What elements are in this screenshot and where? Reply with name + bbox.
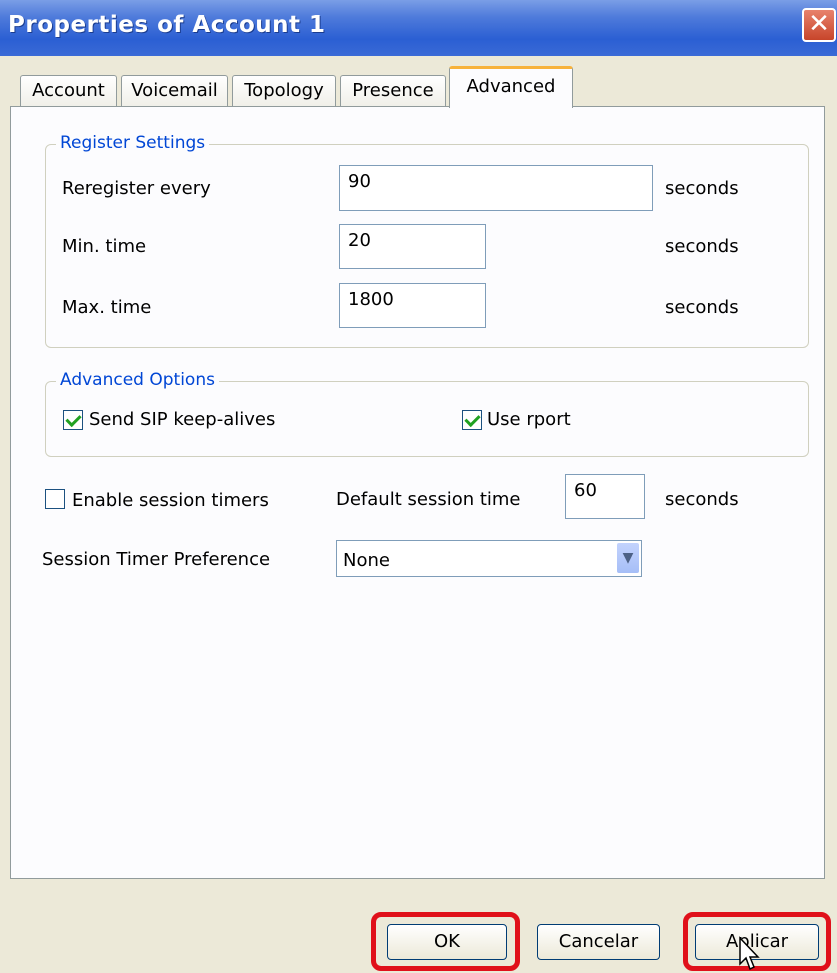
mouse-cursor-icon: [739, 936, 760, 971]
default-session-time-unit: seconds: [665, 489, 739, 510]
min-time-input[interactable]: 20: [339, 224, 486, 269]
default-session-time-label: Default session time: [336, 489, 521, 510]
max-time-unit: seconds: [665, 297, 739, 318]
max-time-input[interactable]: 1800: [339, 283, 486, 328]
close-icon: ✕: [808, 9, 830, 39]
tab-account-label: Account: [32, 80, 105, 101]
session-timer-pref-value: None: [343, 550, 390, 571]
ok-highlight: [371, 912, 520, 971]
keepalive-checkbox[interactable]: [63, 410, 83, 430]
cancel-button-label: Cancelar: [558, 931, 639, 952]
session-timers-checkbox[interactable]: [45, 489, 65, 509]
tab-topology[interactable]: Topology: [232, 75, 336, 107]
rport-label[interactable]: Use rport: [487, 409, 571, 430]
reregister-input[interactable]: 90: [339, 165, 653, 211]
tab-presence-label: Presence: [352, 80, 434, 101]
rport-checkbox[interactable]: [462, 410, 482, 430]
tab-advanced-label: Advanced: [466, 76, 556, 97]
session-timer-pref-select[interactable]: None ▼: [336, 540, 642, 577]
keepalive-label[interactable]: Send SIP keep-alives: [89, 409, 275, 430]
tab-voicemail-label: Voicemail: [131, 80, 218, 101]
title-bar: Properties of Account 1 ✕: [0, 0, 837, 56]
reregister-unit: seconds: [665, 178, 739, 199]
min-time-label: Min. time: [62, 236, 147, 257]
advanced-options-legend: Advanced Options: [56, 370, 219, 390]
close-button[interactable]: ✕: [802, 8, 836, 42]
default-session-time-input[interactable]: 60: [565, 474, 645, 519]
tab-voicemail[interactable]: Voicemail: [121, 75, 228, 107]
window-title: Properties of Account 1: [8, 12, 326, 38]
session-timer-pref-label: Session Timer Preference: [42, 549, 271, 570]
advanced-panel: Register Settings Reregister every 90 se…: [10, 106, 825, 879]
tab-account[interactable]: Account: [20, 75, 117, 107]
max-time-label: Max. time: [62, 297, 152, 318]
session-timers-label[interactable]: Enable session timers: [72, 490, 269, 511]
chevron-down-icon[interactable]: ▼: [617, 543, 639, 573]
register-settings-legend: Register Settings: [56, 133, 210, 153]
reregister-label: Reregister every: [62, 178, 211, 199]
tab-advanced[interactable]: Advanced: [449, 66, 573, 108]
cancel-button[interactable]: Cancelar: [537, 924, 660, 960]
min-time-unit: seconds: [665, 236, 739, 257]
tab-topology-label: Topology: [244, 80, 324, 101]
tab-presence[interactable]: Presence: [340, 75, 446, 107]
